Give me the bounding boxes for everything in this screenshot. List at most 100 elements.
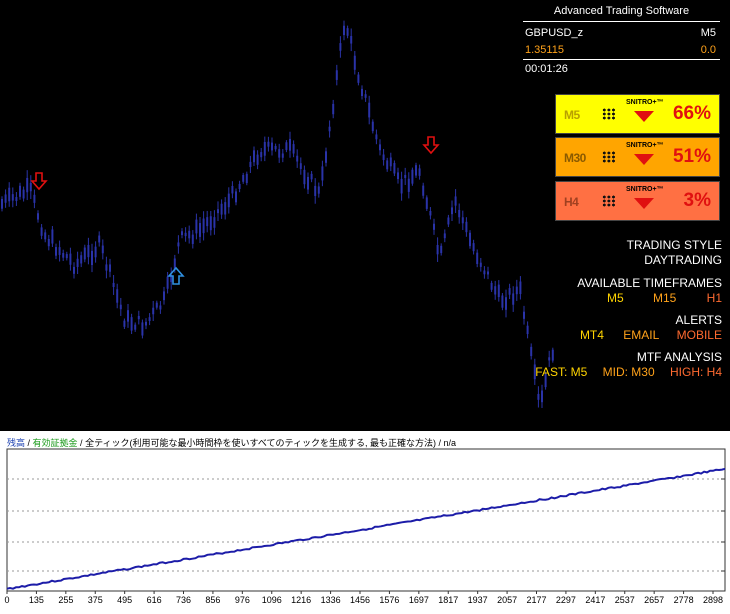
x-axis-tick-label: 2417: [585, 595, 605, 605]
candle-body: [469, 232, 471, 247]
candle-body: [145, 321, 147, 326]
candle-body: [47, 239, 50, 247]
candle-body: [263, 141, 266, 156]
candle-body: [497, 284, 500, 298]
candle-body: [443, 233, 446, 239]
ticks-mode-label: 全ティック(利用可能な最小時間枠を使いすべてのティックを生成する, 最も正確な方…: [85, 438, 436, 448]
candle-body: [364, 94, 367, 98]
candle-body: [353, 55, 356, 70]
candle-body: [29, 182, 32, 192]
candle-body: [537, 393, 540, 400]
grid-icon: [602, 151, 616, 163]
candle-body: [289, 138, 291, 151]
candle-body: [260, 152, 263, 158]
candle-body: [512, 293, 515, 305]
down-arrow-icon: [634, 154, 654, 165]
candle-body: [346, 28, 349, 36]
x-axis-tick-label: 1937: [468, 595, 488, 605]
candle-body: [296, 155, 299, 162]
candle-body: [271, 142, 273, 151]
candle-body: [490, 282, 493, 290]
timeframes-values: M5 M15 H1: [607, 291, 722, 305]
candle-body: [292, 144, 295, 154]
candle-body: [238, 183, 241, 189]
candle-body: [335, 70, 338, 80]
x-axis-tick-label: 2537: [615, 595, 635, 605]
alert-email: EMAIL: [623, 328, 660, 342]
candle-body: [73, 266, 75, 274]
x-axis-tick-label: 1576: [379, 595, 399, 605]
candle-body: [224, 202, 227, 215]
x-axis-tick-label: 2177: [526, 595, 546, 605]
candle-body: [400, 178, 403, 194]
candle-body: [231, 186, 234, 194]
candle-body: [177, 242, 180, 247]
timeframe-m5: M5: [606, 291, 624, 305]
candle-body: [98, 235, 101, 243]
candle-body: [515, 286, 518, 295]
candle-body: [206, 217, 209, 227]
candle-body: [505, 297, 507, 310]
candle-body: [4, 194, 7, 203]
candle-body: [76, 258, 79, 267]
x-axis-tick-label: 1456: [350, 595, 370, 605]
candle-body: [152, 307, 155, 315]
candle-body: [127, 310, 129, 322]
candle-body: [44, 232, 47, 240]
signal-box-m5: M5 SNITRO+™ 66%: [555, 94, 720, 134]
alerts-values: MT4 EMAIL MOBILE: [580, 328, 722, 342]
candle-body: [51, 229, 54, 244]
candle-body: [476, 252, 479, 264]
price-chart[interactable]: Advanced Trading Software GBPUSD_z M5 1.…: [0, 0, 730, 428]
header-separator: /: [436, 438, 444, 448]
down-arrow-icon: [634, 111, 654, 122]
candle-body: [159, 305, 162, 310]
x-axis-tick-label: 976: [235, 595, 250, 605]
candle-body: [375, 134, 378, 140]
candle-body: [217, 209, 219, 214]
candle-body: [343, 25, 345, 36]
alert-mobile: MOBILE: [676, 328, 722, 342]
candle-body: [526, 325, 529, 335]
candle-body: [332, 103, 335, 115]
candle-body: [314, 185, 317, 196]
balance-legend: 残高: [7, 438, 26, 448]
x-axis-tick-label: 495: [117, 595, 132, 605]
header-separator: /: [25, 438, 33, 448]
candle-body: [281, 153, 284, 158]
signal-percent: 51%: [672, 146, 711, 167]
candle-body: [303, 169, 306, 185]
candle-body: [148, 317, 151, 321]
signal-brand: SNITRO+™: [626, 186, 664, 193]
x-axis-tick-label: 0: [4, 595, 9, 605]
candle-body: [472, 243, 475, 252]
candle-body: [105, 264, 108, 271]
candle-body: [411, 169, 414, 184]
candle-body: [386, 160, 389, 170]
candle-body: [87, 244, 90, 258]
x-axis-tick-label: 255: [58, 595, 73, 605]
candle-body: [1, 199, 3, 209]
candle-body: [317, 186, 320, 194]
x-axis-tick-label: 616: [147, 595, 162, 605]
candle-body: [339, 43, 342, 51]
candle-body: [433, 223, 435, 230]
candle-body: [69, 253, 72, 265]
info-separator: [523, 21, 720, 22]
candle-body: [199, 223, 201, 237]
candle-body: [278, 149, 281, 158]
candle-body: [195, 219, 198, 234]
candle-body: [461, 217, 464, 224]
candle-body: [371, 121, 374, 132]
candle-body: [94, 246, 97, 258]
mtf-values: FAST: M5 MID: M30 HIGH: H4: [535, 365, 722, 379]
candle-body: [181, 231, 183, 236]
x-axis-tick-label: 1817: [438, 595, 458, 605]
candle-body: [155, 302, 158, 308]
info-panel: Advanced Trading Software GBPUSD_z M5 1.…: [523, 0, 720, 80]
trading-style-label: TRADING STYLE: [626, 238, 722, 252]
candle-body: [245, 173, 248, 184]
candle-body: [249, 161, 252, 168]
candle-body: [483, 270, 486, 275]
timeframes-label: AVAILABLE TIMEFRAMES: [577, 276, 722, 290]
